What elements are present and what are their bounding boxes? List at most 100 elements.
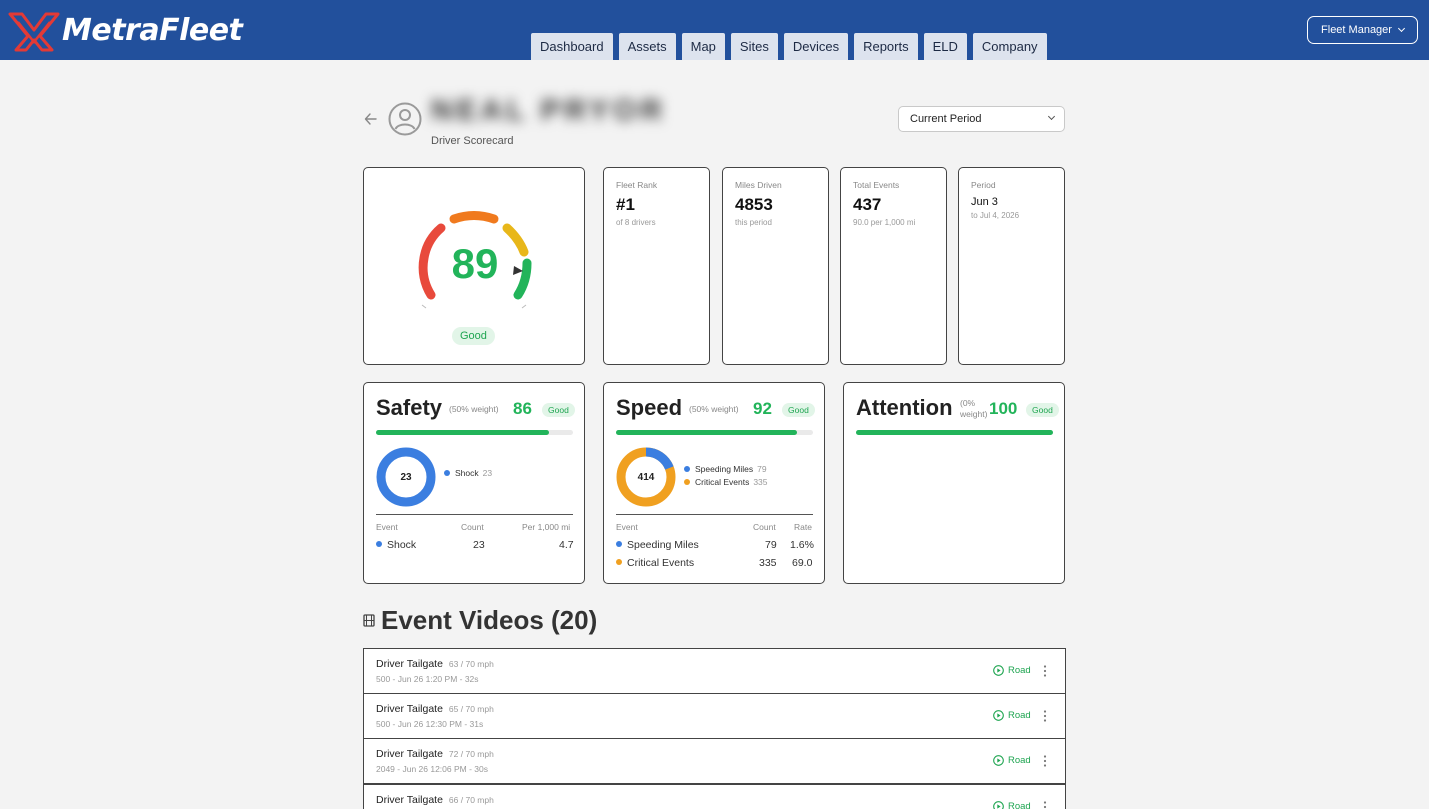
nav-tab-devices[interactable]: Devices — [783, 33, 849, 60]
stat-label: Miles Driven — [735, 180, 782, 190]
video-meta: 2049 - Jun 26 12:06 PM - 30s — [376, 764, 488, 774]
speed-card: Speed (50% weight) 92 Good 414 Speeding … — [603, 382, 825, 584]
stat-sub: 90.0 per 1,000 mi — [853, 218, 916, 227]
row-event: Speeding Miles — [627, 539, 699, 551]
attention-score-bar-fill — [856, 430, 1053, 435]
more-options-icon[interactable] — [1040, 800, 1050, 809]
video-meta: 500 - Jun 26 12:30 PM - 31s — [376, 719, 484, 729]
attention-weight-line: (0% — [960, 398, 976, 408]
stat-sub: to Jul 4, 2026 — [971, 211, 1020, 220]
play-road-button[interactable]: Road — [993, 755, 1031, 766]
legend-dot — [684, 478, 690, 485]
play-icon — [993, 801, 1004, 809]
safety-rating-badge: Good — [542, 403, 575, 417]
row-dot — [616, 559, 622, 566]
camera-label: Road — [1008, 801, 1031, 809]
back-arrow-icon[interactable] — [363, 111, 379, 127]
table-header-event: Event — [376, 522, 398, 532]
metrafleet-logo-icon — [8, 12, 60, 52]
attention-score: 100 — [989, 399, 1018, 418]
safety-score: 86 — [513, 399, 532, 418]
nav-tab-map[interactable]: Map — [681, 33, 725, 60]
divider — [376, 514, 573, 515]
nav-tab-reports[interactable]: Reports — [854, 33, 918, 60]
legend-count: 23 — [482, 468, 493, 478]
nav-tab-company[interactable]: Company — [972, 33, 1047, 60]
video-speed: 65 / 70 mph — [448, 704, 494, 714]
attention-weight: (0% weight) — [960, 398, 987, 420]
attention-rating-badge: Good — [1026, 403, 1059, 417]
row-dot — [376, 541, 382, 548]
play-road-button[interactable]: Road — [993, 801, 1031, 809]
play-road-button[interactable]: Road — [993, 710, 1031, 721]
stat-value: 437 — [853, 195, 882, 214]
table-header-count: Count — [461, 522, 484, 532]
stat-label: Total Events — [853, 180, 900, 190]
play-road-button[interactable]: Road — [993, 665, 1031, 676]
stat-label: Fleet Rank — [616, 180, 658, 190]
brand-logo[interactable]: MetraFleet — [8, 8, 243, 52]
video-event-type: Driver Tailgate 63 / 70 mph — [376, 658, 494, 670]
safety-title: Safety — [376, 395, 443, 420]
speed-legend: Speeding Miles 79 Critical Events 335 — [684, 463, 768, 489]
play-icon — [993, 710, 1004, 721]
video-event-type: Driver Tailgate 65 / 70 mph — [376, 703, 494, 715]
speed-donut-total: 414 — [637, 471, 655, 483]
safety-score-bar — [376, 430, 573, 435]
more-options-icon[interactable] — [1040, 754, 1050, 768]
row-rate: 4.7 — [559, 539, 574, 551]
video-row[interactable]: Driver Tailgate 63 / 70 mph 500 - Jun 26 … — [363, 648, 1066, 694]
nav-tab-assets[interactable]: Assets — [618, 33, 676, 60]
period-select-value: Current Period — [910, 113, 982, 125]
safety-card: Safety (50% weight) 86 Good 23 Shock 23 E… — [363, 382, 585, 584]
stat-value: Jun 3 — [971, 196, 998, 208]
stat-value: 4853 — [735, 195, 773, 214]
play-icon — [993, 755, 1004, 766]
row-count: 79 — [765, 539, 777, 551]
video-row[interactable]: Driver Tailgate 72 / 70 mph 2049 - Jun 26… — [363, 738, 1066, 784]
film-icon — [363, 614, 375, 627]
nav-tab-dashboard[interactable]: Dashboard — [531, 33, 613, 60]
video-event-type: Driver Tailgate 72 / 70 mph — [376, 748, 494, 760]
row-rate: 69.0 — [792, 557, 813, 569]
legend-item: Critical Events 335 — [684, 476, 768, 489]
camera-label: Road — [1008, 665, 1031, 676]
video-row[interactable]: Driver Tailgate 66 / 70 mph Road — [363, 784, 1066, 809]
stat-sub: of 8 drivers — [616, 218, 656, 227]
legend-label: Speeding Miles — [695, 464, 754, 474]
video-meta: 500 - Jun 26 1:20 PM - 32s — [376, 674, 479, 684]
row-count: 335 — [759, 557, 777, 569]
user-menu-button[interactable]: Fleet Manager — [1307, 16, 1418, 44]
speed-score: 92 — [753, 399, 772, 418]
video-type-label: Driver Tailgate — [376, 748, 443, 760]
video-row[interactable]: Driver Tailgate 65 / 70 mph 500 - Jun 26 … — [363, 693, 1066, 739]
period-select[interactable]: Current Period — [898, 106, 1065, 132]
table-row: Shock — [376, 539, 416, 551]
row-event: Critical Events — [627, 557, 695, 569]
legend-count: 335 — [753, 477, 768, 487]
attention-weight-line: weight) — [960, 409, 988, 419]
legend-item: Speeding Miles 79 — [684, 463, 768, 476]
stat-card-total-events: Total Events 437 90.0 per 1,000 mi — [840, 167, 947, 365]
stat-card-miles-driven: Miles Driven 4853 this period — [722, 167, 829, 365]
table-row: Critical Events — [616, 557, 694, 569]
safety-donut-total: 23 — [400, 471, 412, 483]
row-rate: 1.6% — [790, 539, 814, 551]
video-type-label: Driver Tailgate — [376, 794, 443, 806]
table-header-count: Count — [753, 522, 776, 532]
chevron-down-icon — [1397, 24, 1406, 33]
speed-rating-badge: Good — [782, 403, 815, 417]
legend-label: Shock — [455, 468, 479, 478]
speed-title: Speed — [616, 395, 683, 420]
table-header-rate: Rate — [794, 522, 812, 532]
nav-tab-eld[interactable]: ELD — [923, 33, 967, 60]
more-options-icon[interactable] — [1040, 709, 1050, 723]
row-count: 23 — [473, 539, 485, 551]
more-options-icon[interactable] — [1040, 664, 1050, 678]
attention-score-bar — [856, 430, 1053, 435]
main-nav: Dashboard Assets Map Sites Devices Repor… — [531, 33, 1047, 60]
nav-tab-sites[interactable]: Sites — [730, 33, 778, 60]
video-speed: 66 / 70 mph — [448, 795, 494, 805]
video-event-type: Driver Tailgate 66 / 70 mph — [376, 794, 494, 806]
table-header-rate: Per 1,000 mi — [522, 522, 571, 532]
